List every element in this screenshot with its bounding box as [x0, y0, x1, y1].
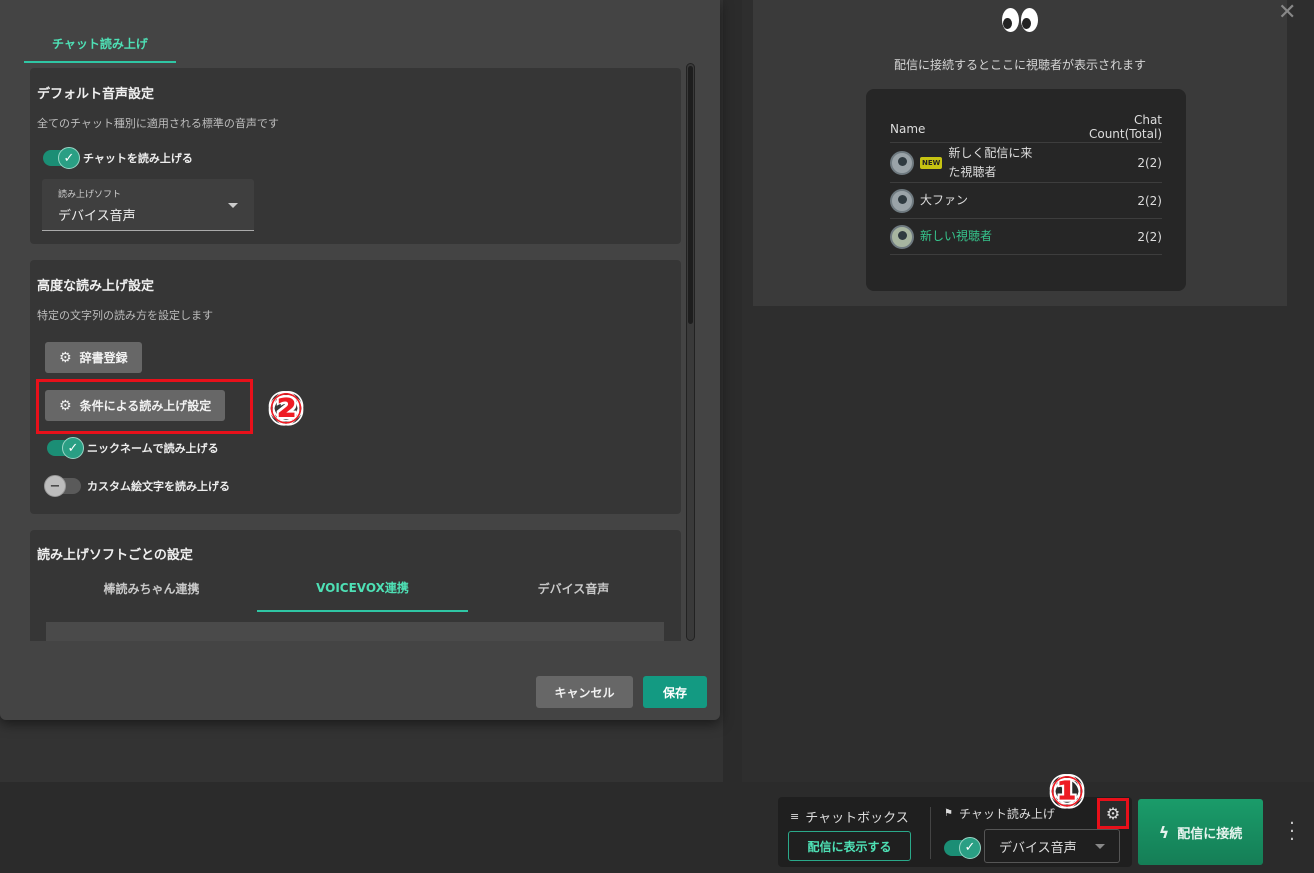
table-row[interactable]: 新しい視聴者 2(2) [890, 219, 1162, 255]
more-icon[interactable]: · · · [1288, 815, 1296, 849]
section-subtitle: 特定の文字列の読み方を設定します [37, 309, 213, 322]
gear-icon: ⚙ [59, 349, 72, 366]
chatbox-label: チャットボックス [805, 811, 909, 826]
tab-device-voice[interactable]: デバイス音声 [468, 564, 679, 612]
tab-voicevox[interactable]: VOICEVOX連携 [257, 564, 468, 612]
viewer-name: 新しく配信に来 た視聴者 [948, 145, 1033, 179]
select-value: デバイス音声 [58, 209, 136, 224]
viewer-count: 2(2) [1137, 155, 1162, 170]
viewer-area: ✕ 配信に接続するとここに視聴者が表示されます Name Chat Count(… [753, 0, 1296, 306]
tab-chat-tts[interactable]: チャット読み上げ [24, 25, 176, 63]
section-title: デフォルト音声設定 [37, 87, 155, 102]
per-software-card: 読み上げソフトごとの設定 棒読みちゃん連携 VOICEVOX連携 デバイス音声 [30, 530, 681, 641]
scrollbar-thumb[interactable] [688, 66, 693, 324]
avatar [890, 224, 914, 249]
check-icon: ✓ [62, 437, 84, 459]
tab-bouyomi[interactable]: 棒読みちゃん連携 [46, 564, 257, 612]
column-chat-count: Chat Count(Total) [1088, 113, 1162, 141]
check-icon: ✓ [959, 836, 981, 859]
annotation-number-1: ① [1049, 767, 1085, 816]
viewer-name: 大ファン [920, 193, 969, 207]
viewer-table: Name Chat Count(Total) NEW 新しく配信に来 た視聴者 2… [866, 89, 1186, 291]
toggle-label: ニックネームで読み上げる [87, 442, 219, 455]
select-label: 読み上げソフト [58, 190, 122, 200]
flag-icon: ⚑ [944, 808, 953, 819]
column-name: Name [890, 122, 926, 136]
bolt-icon: ϟ [1158, 822, 1170, 842]
chevron-down-icon [228, 203, 238, 208]
annotation-highlight-box [36, 379, 253, 434]
viewer-table-header: Name Chat Count(Total) [890, 107, 1162, 143]
viewer-panel: ✕ 配信に接続するとここに視聴者が表示されます Name Chat Count(… [742, 0, 1314, 782]
annotation-number-2: ② [268, 384, 304, 433]
viewer-name: 新しい視聴者 [920, 229, 993, 243]
tts-toggle[interactable]: ✓ [944, 836, 981, 859]
section-title: 読み上げソフトごとの設定 [37, 548, 193, 563]
toggle-label: カスタム絵文字を読み上げる [87, 480, 230, 493]
check-icon: ✓ [58, 147, 80, 169]
new-badge: NEW [920, 156, 943, 169]
settings-scroll-area[interactable]: デフォルト音声設定 全てのチャット種別に適用される標準の音声です ✓ チャットを… [24, 63, 688, 641]
table-row[interactable]: NEW 新しく配信に来 た視聴者 2(2) [890, 143, 1162, 183]
toggle-label: チャットを読み上げる [83, 152, 193, 165]
minus-icon: − [44, 475, 66, 497]
viewer-notice: 配信に接続するとここに視聴者が表示されます [893, 58, 1146, 72]
avatar [890, 188, 914, 213]
nickname-toggle[interactable]: ✓ [47, 437, 84, 459]
connect-button[interactable]: ϟ 配信に接続 [1138, 799, 1263, 865]
scrollbar[interactable] [686, 63, 695, 641]
cancel-button[interactable]: キャンセル [536, 676, 633, 708]
custom-emoji-toggle[interactable]: − [44, 475, 81, 497]
section-title: 高度な読み上げ設定 [37, 279, 155, 294]
list-icon: ≡ [790, 810, 800, 823]
show-on-stream-button[interactable]: 配信に表示する [788, 831, 911, 861]
viewer-count: 2(2) [1137, 193, 1162, 208]
avatar [890, 150, 914, 175]
viewer-count: 2(2) [1137, 229, 1162, 244]
dictionary-button[interactable]: ⚙ 辞書登録 [45, 342, 142, 373]
section-subtitle: 全てのチャット種別に適用される標準の音声です [37, 117, 279, 130]
save-button[interactable]: 保存 [643, 676, 707, 708]
tts-settings-modal: チャット読み上げ デフォルト音声設定 全てのチャット種別に適用される標準の音声で… [0, 0, 720, 720]
tts-settings-gear-button[interactable]: ⚙ [1097, 798, 1129, 829]
table-row[interactable]: 大ファン 2(2) [890, 183, 1162, 219]
software-tabs: 棒読みちゃん連携 VOICEVOX連携 デバイス音声 [46, 564, 679, 612]
read-chat-toggle[interactable]: ✓ [43, 147, 80, 169]
tts-software-select[interactable]: 読み上げソフト デバイス音声 [42, 179, 254, 231]
tts-software-select[interactable]: デバイス音声 [984, 829, 1120, 863]
default-voice-card: デフォルト音声設定 全てのチャット種別に適用される標準の音声です ✓ チャットを… [30, 68, 681, 244]
gear-icon: ⚙ [1105, 804, 1121, 823]
eyes-icon [753, 6, 1287, 39]
chevron-down-icon [1095, 844, 1105, 849]
divider [930, 807, 931, 859]
voicevox-settings-panel [46, 622, 664, 641]
